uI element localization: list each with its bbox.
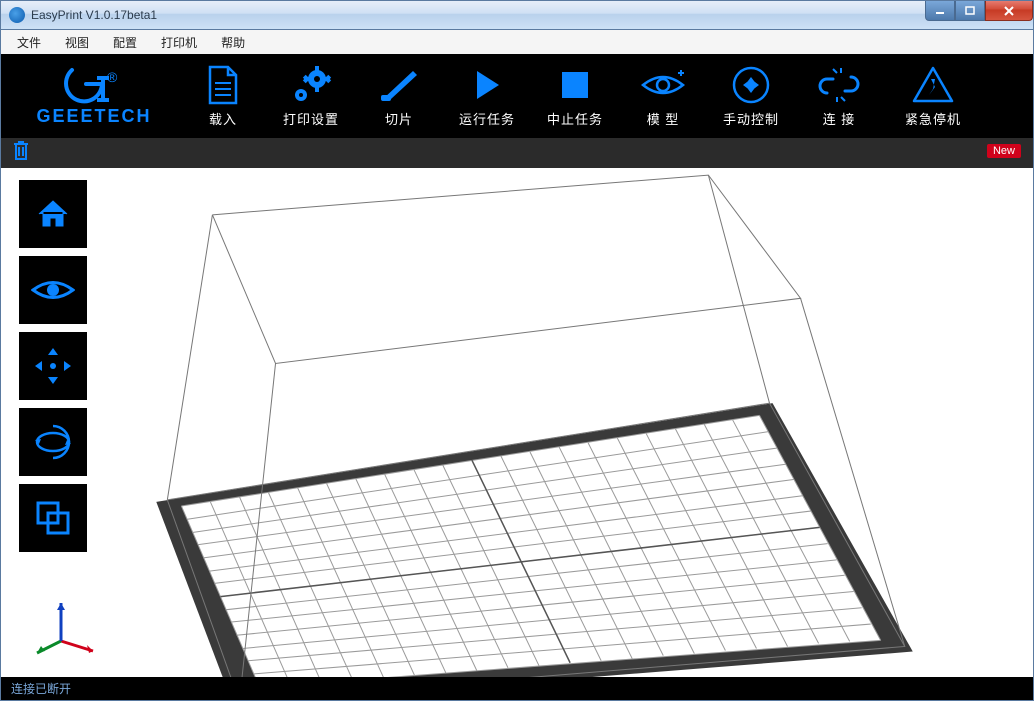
menu-printer[interactable]: 打印机 (149, 32, 209, 53)
load-label: 载入 (209, 109, 237, 128)
print-settings-button[interactable]: 打印设置 (267, 54, 355, 138)
status-bar: 连接已断开 (0, 677, 1034, 701)
axis-gizmo (31, 597, 103, 659)
menu-help[interactable]: 帮助 (209, 32, 257, 53)
home-icon (33, 194, 73, 234)
view-tools (19, 180, 87, 552)
build-volume-render (1, 168, 1033, 677)
slice-label: 切片 (385, 109, 413, 128)
knife-icon (377, 65, 421, 105)
brand-logo: ® GEEETECH (9, 62, 179, 130)
window-controls (925, 1, 1033, 21)
menu-view[interactable]: 视图 (53, 32, 101, 53)
logo-text: GEEETECH (36, 106, 151, 126)
home-view-button[interactable] (19, 180, 87, 248)
close-button[interactable] (985, 1, 1033, 21)
print-settings-label: 打印设置 (283, 109, 339, 128)
rotate-button[interactable] (19, 408, 87, 476)
eye-icon (31, 275, 75, 305)
view-mode-button[interactable] (19, 256, 87, 324)
viewport[interactable] (0, 168, 1034, 677)
stop-icon (560, 65, 590, 105)
model-label: 模 型 (647, 109, 680, 128)
window-titlebar: EasyPrint V1.0.17beta1 (0, 0, 1034, 30)
sub-toolbar: New (0, 138, 1034, 168)
link-broken-icon (817, 65, 861, 105)
warning-icon (911, 65, 955, 105)
stop-task-button[interactable]: 中止任务 (531, 54, 619, 138)
copy-icon (34, 499, 72, 537)
run-task-button[interactable]: 运行任务 (443, 54, 531, 138)
app-icon (9, 7, 25, 23)
stop-task-label: 中止任务 (547, 109, 603, 128)
document-icon (206, 65, 240, 105)
play-icon (469, 65, 505, 105)
model-button[interactable]: 模 型 (619, 54, 707, 138)
window-title: EasyPrint V1.0.17beta1 (31, 8, 157, 22)
connect-button[interactable]: 连 接 (795, 54, 883, 138)
main-toolbar: ® GEEETECH 载入 打印设置 切片 运 (0, 54, 1034, 138)
run-task-label: 运行任务 (459, 109, 515, 128)
eye-plus-icon (640, 65, 686, 105)
copy-button[interactable] (19, 484, 87, 552)
maximize-button[interactable] (955, 1, 985, 21)
emergency-stop-label: 紧急停机 (905, 109, 961, 128)
load-button[interactable]: 载入 (179, 54, 267, 138)
slice-button[interactable]: 切片 (355, 54, 443, 138)
manual-control-label: 手动控制 (723, 109, 779, 128)
emergency-stop-button[interactable]: 紧急停机 (883, 54, 983, 138)
menu-config[interactable]: 配置 (101, 32, 149, 53)
gears-icon (289, 65, 333, 105)
move-button[interactable] (19, 332, 87, 400)
manual-control-button[interactable]: 手动控制 (707, 54, 795, 138)
new-badge[interactable]: New (987, 144, 1021, 158)
menu-bar: 文件 视图 配置 打印机 帮助 (0, 30, 1034, 54)
connection-status: 连接已断开 (11, 680, 71, 697)
move-arrows-icon (33, 346, 73, 386)
minimize-button[interactable] (925, 1, 955, 21)
target-icon (731, 65, 771, 105)
trash-icon[interactable] (11, 139, 31, 167)
rotate-icon (31, 420, 75, 464)
connect-label: 连 接 (823, 109, 856, 128)
menu-file[interactable]: 文件 (5, 32, 53, 53)
